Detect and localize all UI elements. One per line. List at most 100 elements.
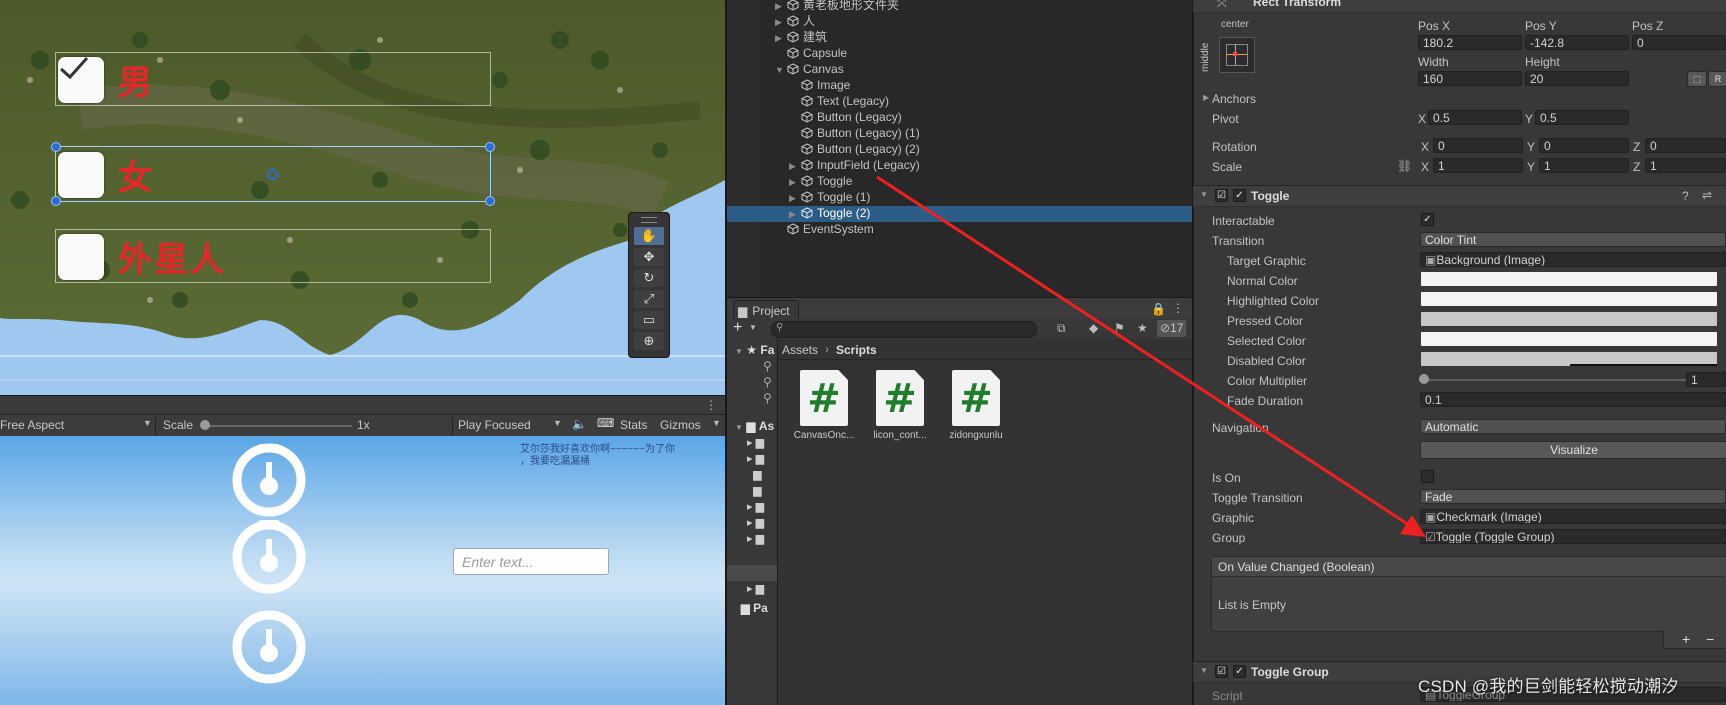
game-input-field[interactable]: Enter text...	[453, 548, 609, 575]
filter-icon[interactable]: ⚑	[1114, 321, 1125, 335]
group-field[interactable]: ☑Toggle (Toggle Group)	[1420, 529, 1726, 544]
rect-transform-header[interactable]: ⤧ Rect Transform	[1193, 0, 1726, 13]
toggle-checkbox[interactable]	[58, 56, 104, 103]
target-graphic-field[interactable]: ▣Background (Image)	[1420, 252, 1726, 267]
transition-dropdown[interactable]: Color Tint	[1420, 232, 1726, 247]
rect-handle[interactable]	[485, 142, 495, 152]
breadcrumb-assets[interactable]: Assets	[782, 343, 818, 357]
hierarchy-item[interactable]: ▶ 人	[775, 13, 815, 29]
interactable-checkbox[interactable]: ✓	[1421, 213, 1434, 226]
expand-arrow-icon[interactable]: ▶	[775, 14, 787, 30]
settings-icon[interactable]: ⇌	[1702, 188, 1712, 202]
link-icon[interactable]: ⛓	[1397, 159, 1412, 173]
transform-tool[interactable]: ⊕	[634, 332, 664, 350]
is-on-checkbox[interactable]	[1421, 470, 1434, 483]
collapse-arrow-icon[interactable]: ▼	[1200, 190, 1208, 199]
subfolder-item[interactable]: ▸ ▆	[747, 582, 764, 595]
hierarchy-item[interactable]: ▼ Canvas	[775, 61, 844, 77]
subfolder-item[interactable]: ▸ ▆	[747, 531, 764, 547]
component-enabled-checkbox[interactable]: ✓	[1233, 189, 1246, 202]
hierarchy-item[interactable]: Capsule	[775, 45, 847, 61]
hierarchy-item[interactable]: ▶ Toggle	[789, 173, 852, 189]
highlighted-color-swatch[interactable]	[1421, 292, 1717, 306]
hierarchy-item[interactable]: ▶ Toggle (1)	[789, 189, 870, 205]
add-event-button[interactable]: +	[1682, 631, 1690, 647]
search-by-type-icon[interactable]: ⧉	[1057, 321, 1066, 336]
scale-slider-track[interactable]	[202, 425, 352, 427]
fade-duration-field[interactable]: 0.1	[1420, 392, 1726, 407]
toggle-male[interactable]: 男	[58, 55, 154, 104]
project-tab[interactable]: ▆ Project	[733, 300, 799, 321]
script-asset[interactable]: # zidongxunlu	[939, 370, 1013, 441]
packages-item[interactable]: ▆ Pa	[735, 601, 768, 615]
visualize-button[interactable]: Visualize	[1420, 441, 1726, 459]
rotation-y-field[interactable]: 0	[1539, 138, 1629, 153]
hierarchy-item[interactable]: ▶ 建筑	[775, 29, 827, 45]
favorites-item[interactable]: ▼ ★ Fa	[735, 343, 774, 357]
rect-handle[interactable]	[485, 196, 495, 206]
hierarchy-item[interactable]: ▶ 黄老板地形文件夹	[775, 0, 899, 13]
color-multiplier-slider-thumb[interactable]	[1419, 374, 1429, 384]
navigation-dropdown[interactable]: Automatic	[1420, 419, 1726, 434]
aspect-dropdown[interactable]: Free Aspect	[0, 418, 64, 432]
remove-event-button[interactable]: −	[1706, 631, 1714, 647]
expand-arrow-icon[interactable]: ▶	[789, 190, 801, 206]
blueprint-mode-button[interactable]: ⬚	[1687, 71, 1707, 87]
collapse-arrow-icon[interactable]: ▼	[775, 62, 787, 78]
scale-x-field[interactable]: 1	[1433, 158, 1523, 173]
collapse-arrow-icon[interactable]: ▼	[1200, 666, 1208, 675]
pivot-y-field[interactable]: 0.5	[1535, 110, 1629, 125]
toggle-female[interactable]: 女	[58, 150, 154, 199]
normal-color-swatch[interactable]	[1421, 272, 1717, 286]
expand-arrow-icon[interactable]: ▶	[789, 206, 801, 222]
color-multiplier-slider-track[interactable]	[1424, 379, 1686, 381]
scale-z-field[interactable]: 1	[1645, 158, 1726, 173]
toggle-component-header[interactable]: ▼ ☑ ✓ Toggle ? ⇌	[1193, 185, 1726, 207]
scale-tool[interactable]: ⤢	[634, 290, 664, 308]
move-tool[interactable]: ✥	[634, 248, 664, 266]
pos-x-field[interactable]: 180.2	[1418, 35, 1522, 50]
toggle-alien[interactable]: 外星人	[58, 232, 226, 281]
scale-y-field[interactable]: 1	[1539, 158, 1629, 173]
rotation-z-field[interactable]: 0	[1645, 138, 1726, 153]
subfolder-item[interactable]: ▸ ▆	[747, 435, 764, 451]
play-mode-dropdown[interactable]: Play Focused	[458, 418, 531, 432]
project-search-input[interactable]: ⚲	[771, 321, 1037, 338]
pos-z-field[interactable]: 0	[1632, 35, 1726, 50]
rotate-tool[interactable]: ↻	[634, 269, 664, 287]
gizmos-button[interactable]: Gizmos	[660, 418, 701, 432]
graphic-field[interactable]: ▣Checkmark (Image)	[1420, 509, 1726, 524]
expand-arrow-icon[interactable]: ▶	[1203, 93, 1209, 102]
favorite-star-icon[interactable]: ★	[1137, 321, 1148, 335]
hierarchy-item[interactable]: Image	[789, 77, 850, 93]
hierarchy-item[interactable]: Text (Legacy)	[789, 93, 889, 109]
hidden-packages-toggle[interactable]: ⊘17	[1157, 320, 1187, 337]
subfolder-item[interactable]: ▸ ▆	[747, 515, 764, 531]
more-options-icon[interactable]: ⋮	[705, 398, 717, 412]
subfolder-item[interactable]: ▸ ▆	[747, 499, 764, 515]
rotation-x-field[interactable]: 0	[1433, 138, 1523, 153]
expand-arrow-icon[interactable]: ▶	[775, 30, 787, 46]
lock-icon[interactable]: 🔒	[1151, 302, 1166, 316]
hierarchy-item[interactable]: Button (Legacy)	[789, 109, 902, 125]
height-field[interactable]: 20	[1525, 71, 1629, 86]
expand-arrow-icon[interactable]: ▶	[775, 0, 787, 14]
script-asset[interactable]: # CanvasOnc...	[787, 370, 861, 441]
subfolder-item[interactable]: ▸ ▆	[747, 451, 764, 467]
subfolder-item[interactable]: ▆	[747, 483, 764, 499]
anchor-preset-button[interactable]	[1219, 37, 1255, 73]
component-enabled-checkbox[interactable]: ✓	[1233, 665, 1246, 678]
rect-tool[interactable]: ▭	[634, 311, 664, 329]
selected-color-swatch[interactable]	[1421, 332, 1717, 346]
game-view[interactable]	[0, 436, 725, 705]
pivot-x-field[interactable]: 0.5	[1428, 110, 1522, 125]
hierarchy-item[interactable]: ▶ InputField (Legacy)	[789, 157, 920, 173]
pos-y-field[interactable]: -142.8	[1525, 35, 1629, 50]
subfolder-list[interactable]: ▸ ▆ ▸ ▆ ▆ ▆ ▸ ▆ ▸ ▆ ▸ ▆	[747, 435, 764, 547]
hand-tool[interactable]: ✋	[634, 227, 664, 245]
scene-view[interactable]: 男 女 外星人 ✋ ✥ ↻ ⤢ ▭ ⊕	[0, 0, 725, 395]
script-asset[interactable]: # licon_cont...	[863, 370, 937, 441]
expand-arrow-icon[interactable]: ▶	[789, 174, 801, 190]
color-multiplier-field[interactable]: 1	[1686, 372, 1726, 387]
subfolder-item[interactable]: ▆	[747, 467, 764, 483]
